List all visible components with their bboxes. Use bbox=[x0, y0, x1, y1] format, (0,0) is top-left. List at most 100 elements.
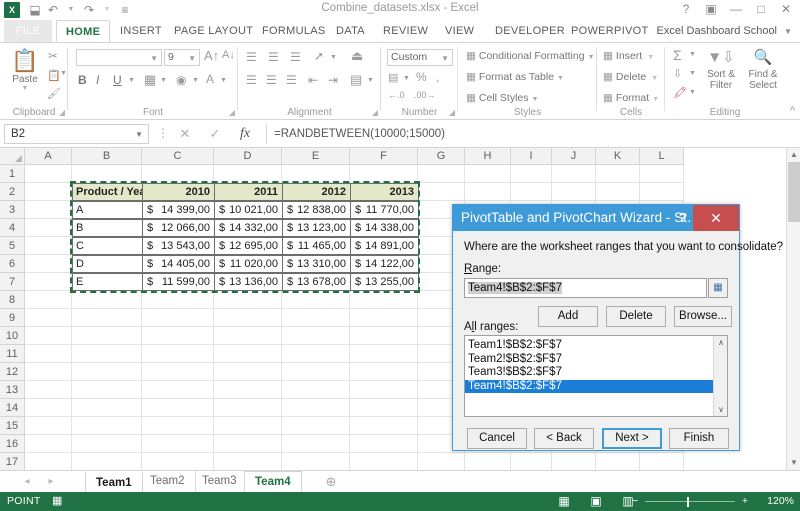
cell[interactable] bbox=[640, 453, 684, 470]
number-dialog-launcher-icon[interactable]: ◢ bbox=[449, 108, 455, 117]
cell[interactable] bbox=[350, 453, 418, 470]
normal-view-button[interactable]: ▦ bbox=[556, 494, 572, 509]
cell[interactable] bbox=[640, 165, 684, 183]
font-dialog-launcher-icon[interactable]: ◢ bbox=[229, 108, 235, 117]
vertical-scrollbar-thumb[interactable] bbox=[788, 162, 800, 222]
back-button[interactable]: < Back bbox=[534, 428, 594, 449]
row-header-11[interactable]: 11 bbox=[0, 345, 25, 363]
cell[interactable] bbox=[282, 363, 350, 381]
copy-icon[interactable]: 📋 bbox=[47, 69, 61, 82]
font-color-icon[interactable]: A bbox=[206, 72, 214, 86]
vertical-scrollbar[interactable]: ▲ ▼ bbox=[786, 148, 800, 470]
delete-cells-button[interactable]: ▦ Delete ▼ bbox=[603, 70, 658, 86]
range-list-item[interactable]: Team2!$B$2:$F$7 bbox=[465, 353, 714, 366]
column-header-e[interactable]: E bbox=[282, 148, 350, 165]
cell[interactable] bbox=[350, 291, 418, 309]
merge-dropdown-icon[interactable]: ▼ bbox=[367, 77, 374, 84]
chevron-down-icon[interactable]: ▼ bbox=[188, 51, 196, 66]
restore-button[interactable]: □ bbox=[749, 1, 773, 18]
increase-indent-icon[interactable]: ⇥ bbox=[328, 73, 338, 87]
cell[interactable] bbox=[142, 453, 214, 470]
cell[interactable] bbox=[72, 399, 142, 417]
cell[interactable] bbox=[25, 399, 72, 417]
row-header-3[interactable]: 3 bbox=[0, 201, 25, 219]
decrease-indent-icon[interactable]: ⇤ bbox=[308, 73, 318, 87]
delete-range-button[interactable]: Delete bbox=[606, 306, 666, 327]
range-input[interactable]: Team4!$B$2:$F$7 bbox=[464, 278, 707, 298]
zoom-slider[interactable]: − + bbox=[632, 492, 748, 511]
find-select-button[interactable]: 🔍 Find & Select bbox=[743, 47, 783, 91]
align-right-icon[interactable]: ☰ bbox=[286, 73, 297, 87]
row-header-9[interactable]: 9 bbox=[0, 309, 25, 327]
sheet-tab-team2[interactable]: Team2 bbox=[140, 471, 196, 492]
row-header-12[interactable]: 12 bbox=[0, 363, 25, 381]
row-header-7[interactable]: 7 bbox=[0, 273, 25, 291]
next-button[interactable]: Next > bbox=[602, 428, 662, 449]
cell[interactable] bbox=[350, 381, 418, 399]
cell[interactable] bbox=[25, 183, 72, 201]
italic-button[interactable]: I bbox=[96, 73, 99, 87]
merge-center-icon[interactable]: ▤ bbox=[350, 72, 362, 88]
column-header-f[interactable]: F bbox=[350, 148, 418, 165]
range-list-item[interactable]: Team3!$B$2:$F$7 bbox=[465, 366, 714, 379]
cell[interactable] bbox=[142, 399, 214, 417]
cell[interactable] bbox=[282, 417, 350, 435]
align-left-icon[interactable]: ☰ bbox=[246, 73, 257, 87]
number-format-select[interactable]: Custom ▼ bbox=[387, 49, 453, 66]
tab-review[interactable]: REVIEW bbox=[374, 20, 437, 42]
cell[interactable] bbox=[282, 435, 350, 453]
name-box[interactable]: B2 ▼ bbox=[4, 124, 149, 144]
next-sheet-button[interactable]: ▸ bbox=[42, 474, 60, 490]
dialog-help-button[interactable]: ? bbox=[679, 205, 687, 231]
column-header-i[interactable]: I bbox=[511, 148, 552, 165]
cell[interactable] bbox=[214, 309, 282, 327]
shrink-font-icon[interactable]: A↓ bbox=[222, 49, 235, 61]
row-header-10[interactable]: 10 bbox=[0, 327, 25, 345]
conditional-formatting-button[interactable]: ▦ Conditional Formatting ▼ bbox=[466, 49, 595, 65]
cell[interactable] bbox=[25, 219, 72, 237]
fill-color-dropdown-icon[interactable]: ▼ bbox=[192, 77, 199, 84]
accounting-dropdown-icon[interactable]: ▼ bbox=[403, 75, 410, 82]
chevron-down-icon[interactable]: ▼ bbox=[135, 125, 143, 144]
cell[interactable] bbox=[25, 417, 72, 435]
cell[interactable] bbox=[552, 165, 596, 183]
cell[interactable] bbox=[511, 183, 552, 201]
cell[interactable] bbox=[142, 417, 214, 435]
grow-font-icon[interactable]: A↑ bbox=[204, 48, 219, 63]
cell[interactable] bbox=[214, 363, 282, 381]
column-header-b[interactable]: B bbox=[72, 148, 142, 165]
font-size-input[interactable]: 9 ▼ bbox=[164, 49, 200, 66]
cell[interactable] bbox=[282, 327, 350, 345]
tab-page-layout[interactable]: PAGE LAYOUT bbox=[165, 20, 262, 42]
browse-button[interactable]: Browse... bbox=[674, 306, 732, 327]
sheet-tab-team1[interactable]: Team1 bbox=[85, 471, 143, 492]
column-header-l[interactable]: L bbox=[640, 148, 684, 165]
row-header-6[interactable]: 6 bbox=[0, 255, 25, 273]
dialog-close-button[interactable]: ✕ bbox=[693, 205, 739, 231]
orientation-icon[interactable]: ➚ bbox=[314, 49, 324, 63]
cell[interactable] bbox=[282, 345, 350, 363]
sheet-tab-team4[interactable]: Team4 bbox=[244, 471, 302, 492]
cell[interactable] bbox=[350, 309, 418, 327]
cell[interactable] bbox=[350, 417, 418, 435]
decrease-decimal-icon[interactable]: .00→ bbox=[414, 90, 436, 100]
cell[interactable] bbox=[214, 381, 282, 399]
row-header-15[interactable]: 15 bbox=[0, 417, 25, 435]
bold-button[interactable]: B bbox=[78, 73, 87, 87]
cell[interactable] bbox=[25, 165, 72, 183]
tab-home[interactable]: HOME bbox=[56, 20, 111, 42]
cell[interactable] bbox=[142, 381, 214, 399]
cell[interactable] bbox=[25, 435, 72, 453]
row-header-2[interactable]: 2 bbox=[0, 183, 25, 201]
cell[interactable] bbox=[511, 453, 552, 470]
cell[interactable] bbox=[350, 363, 418, 381]
cell[interactable] bbox=[418, 183, 465, 201]
page-layout-view-button[interactable]: ▣ bbox=[588, 494, 604, 509]
increase-decimal-icon[interactable]: ←.0 bbox=[388, 90, 405, 100]
row-header-14[interactable]: 14 bbox=[0, 399, 25, 417]
autosum-dropdown-icon[interactable]: ▼ bbox=[689, 51, 696, 58]
cell[interactable] bbox=[350, 345, 418, 363]
tab-formulas[interactable]: FORMULAS bbox=[253, 20, 335, 42]
insert-function-icon[interactable]: fx bbox=[234, 124, 256, 144]
cancel-button[interactable]: Cancel bbox=[467, 428, 527, 449]
